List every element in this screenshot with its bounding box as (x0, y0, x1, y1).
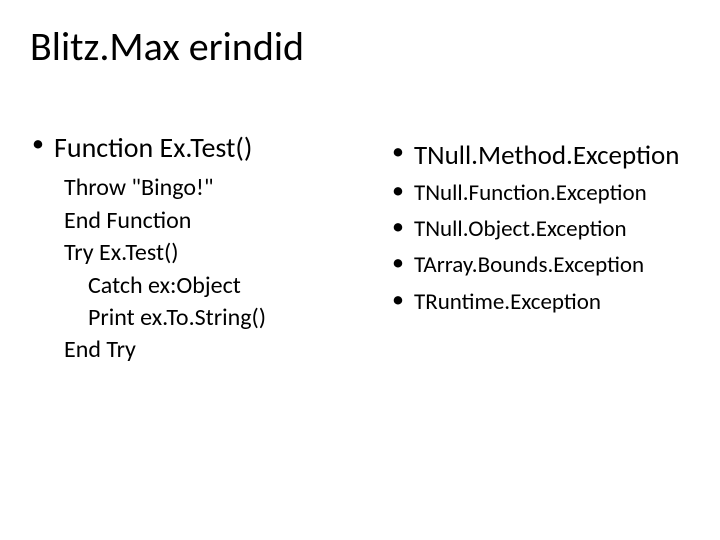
exception-item: TNull.Function.Exception (390, 177, 700, 209)
exception-item: TRuntime.Exception (390, 286, 700, 318)
exception-text: TNull.Object.Exception (414, 215, 627, 243)
exception-item: TNull.Object.Exception (390, 213, 700, 245)
slide-title: Blitz.Max erindid (30, 22, 304, 71)
code-line: Throw "Bingo!" (64, 172, 390, 204)
exception-text: TNull.Function.Exception (414, 179, 647, 207)
code-block: Throw "Bingo!" End Function Try Ex.Test(… (54, 172, 390, 366)
left-column: Function Ex.Test() Throw "Bingo!" End Fu… (30, 130, 390, 371)
exception-text: TRuntime.Exception (414, 288, 601, 316)
code-line: End Try (64, 334, 390, 366)
left-heading-text: Function Ex.Test() (54, 130, 252, 165)
code-line: Print ex.To.String() (64, 302, 390, 334)
code-line: Try Ex.Test() (64, 237, 390, 269)
slide-body: Function Ex.Test() Throw "Bingo!" End Fu… (30, 130, 700, 371)
code-line: End Function (64, 205, 390, 237)
right-heading-text: TNull.Method.Exception (414, 139, 679, 172)
code-line: Catch ex:Object (64, 270, 390, 302)
right-column: TNull.Method.Exception TNull.Function.Ex… (390, 130, 700, 371)
slide: Blitz.Max erindid Function Ex.Test() Thr… (0, 0, 720, 540)
right-heading-item: TNull.Method.Exception (390, 138, 700, 173)
left-heading-item: Function Ex.Test() Throw "Bingo!" End Fu… (30, 130, 390, 367)
exception-item: TArray.Bounds.Exception (390, 249, 700, 281)
exception-text: TArray.Bounds.Exception (414, 251, 644, 279)
